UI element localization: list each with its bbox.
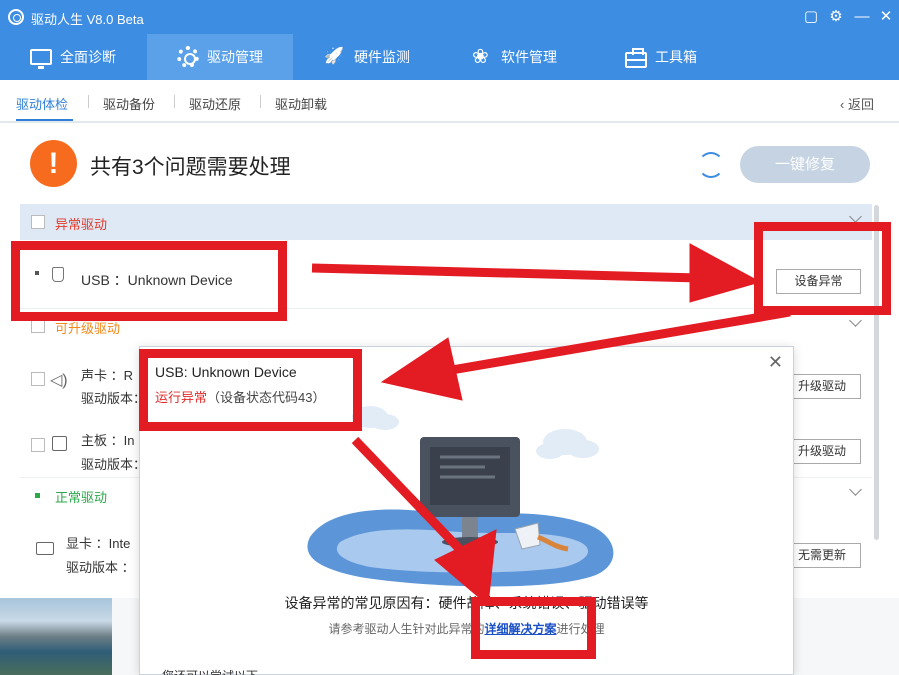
sub-tabs: 驱动体检 驱动备份 驱动还原 驱动卸载 ‹ 返回 bbox=[0, 80, 899, 122]
upgrade-driver-button[interactable]: 升级驱动 bbox=[783, 439, 861, 464]
close-icon[interactable]: ✕ bbox=[876, 7, 896, 27]
tab-divider bbox=[260, 95, 261, 108]
section-checkbox[interactable] bbox=[31, 215, 45, 229]
section-label: 正常驱动 bbox=[55, 490, 108, 505]
active-tab-indicator bbox=[16, 119, 73, 121]
motherboard-version: 驱动版本： bbox=[81, 457, 147, 472]
tab-divider bbox=[88, 95, 89, 108]
nav-label: 硬件监测 bbox=[354, 49, 410, 65]
row-checkbox[interactable] bbox=[31, 438, 45, 452]
app-title: 驱动人生 V8.0 Beta bbox=[31, 12, 144, 27]
section-bullet bbox=[35, 493, 40, 498]
chevron-down-icon[interactable] bbox=[849, 483, 862, 496]
sound-card-version: 驱动版本： bbox=[81, 391, 147, 406]
annotation-box-abnormal-button bbox=[754, 222, 891, 315]
annotation-box-dialog-status bbox=[139, 349, 362, 431]
top-bar: 驱动人生 V8.0 Beta ▢ ⚙ — ✕ 全面诊断 驱动管理 硬件监测 软件… bbox=[0, 0, 899, 80]
back-button[interactable]: ‹ 返回 bbox=[840, 94, 874, 113]
dialog-cause-text: 设备异常的常见原因有：硬件故障、系统错误、驱动错误等 bbox=[284, 595, 649, 611]
tab-driver-check[interactable]: 驱动体检 bbox=[16, 94, 68, 113]
nav-hardware-monitor[interactable]: 硬件监测 bbox=[294, 34, 440, 80]
close-icon[interactable]: ✕ bbox=[768, 352, 783, 373]
nav-label: 软件管理 bbox=[501, 49, 557, 65]
chevron-left-icon: ‹ bbox=[840, 97, 848, 112]
sound-card-name: 声卡 ：R bbox=[81, 368, 134, 383]
nav-driver-management[interactable]: 驱动管理 bbox=[147, 34, 293, 80]
back-label: 返回 bbox=[847, 97, 874, 112]
flower-icon bbox=[471, 46, 493, 68]
tab-driver-restore[interactable]: 驱动还原 bbox=[189, 94, 241, 113]
chevron-down-icon[interactable] bbox=[849, 314, 862, 327]
minimize-icon[interactable]: — bbox=[852, 7, 872, 27]
speaker-icon: ◁) bbox=[50, 372, 68, 389]
tab-divider bbox=[174, 95, 175, 108]
title-bar: 驱动人生 V8.0 Beta ▢ ⚙ — ✕ bbox=[0, 0, 899, 34]
toolbox-icon bbox=[625, 48, 647, 68]
nav-toolbox[interactable]: 工具箱 bbox=[588, 34, 734, 80]
one-click-fix-button[interactable]: 一键修复 bbox=[740, 146, 870, 183]
section-abnormal-drivers[interactable]: 异常驱动 bbox=[20, 204, 872, 240]
rocket-icon bbox=[324, 46, 346, 68]
hint-text-before: 请参考驱动人生针对此异常的 bbox=[328, 622, 485, 636]
monitor-icon bbox=[30, 49, 52, 69]
warning-icon: ! bbox=[30, 140, 77, 187]
graphics-card-name: 显卡 ：Inte bbox=[66, 536, 131, 551]
settings-gear-icon[interactable]: ⚙ bbox=[826, 7, 846, 27]
dialog-more-text: 您还可以尝试以下 bbox=[162, 667, 258, 675]
page-title: 共有3个问题需要处理 bbox=[90, 156, 291, 179]
nav-label: 工具箱 bbox=[655, 49, 697, 65]
tab-driver-uninstall[interactable]: 驱动卸载 bbox=[275, 94, 327, 113]
row-checkbox[interactable] bbox=[31, 372, 45, 386]
motherboard-name: 主板 ：In bbox=[81, 433, 135, 448]
tab-driver-backup[interactable]: 驱动备份 bbox=[103, 94, 155, 113]
dialog-hint: 请参考驱动人生针对此异常的详细解决方案进行处理 bbox=[140, 620, 793, 637]
app-logo-icon bbox=[8, 9, 24, 25]
nav-label: 全面诊断 bbox=[60, 49, 116, 65]
no-update-needed-button[interactable]: 无需更新 bbox=[783, 543, 861, 568]
nav-label: 驱动管理 bbox=[207, 49, 263, 65]
nav-software-management[interactable]: 软件管理 bbox=[441, 34, 587, 80]
main-nav: 全面诊断 驱动管理 硬件监测 软件管理 工具箱 bbox=[0, 34, 899, 80]
cloud-icon bbox=[536, 429, 599, 459]
chevron-down-icon[interactable] bbox=[849, 210, 862, 223]
section-label: 异常驱动 bbox=[55, 217, 108, 232]
graphics-card-icon bbox=[36, 542, 54, 555]
section-checkbox[interactable] bbox=[31, 319, 45, 333]
promo-image[interactable] bbox=[0, 598, 112, 675]
refresh-icon[interactable] bbox=[698, 152, 724, 178]
gear-icon bbox=[177, 46, 199, 68]
upgrade-driver-button[interactable]: 升级驱动 bbox=[783, 374, 861, 399]
annotation-box-solution-link bbox=[471, 597, 596, 659]
chat-icon[interactable]: ▢ bbox=[801, 7, 821, 27]
motherboard-icon bbox=[52, 436, 67, 451]
nav-full-diagnosis[interactable]: 全面诊断 bbox=[0, 34, 146, 80]
annotation-box-usb-row bbox=[11, 241, 287, 321]
graphics-card-version: 驱动版本 ： bbox=[66, 560, 135, 575]
